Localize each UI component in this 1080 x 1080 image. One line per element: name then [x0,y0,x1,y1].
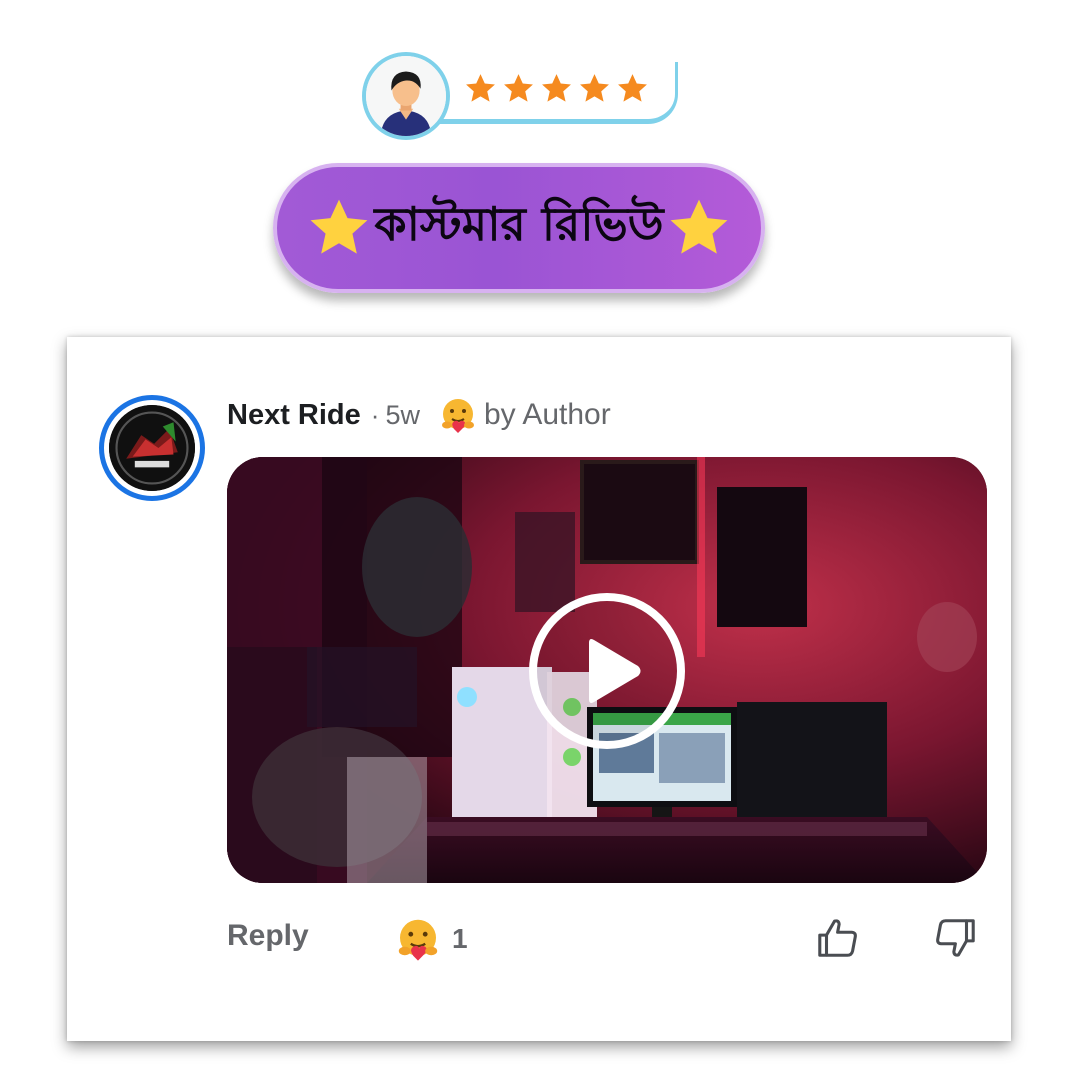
star-icon [466,74,495,102]
page-title: কাস্টমার রিভিউ [374,197,664,251]
author-name[interactable]: Next Ride [227,399,361,432]
author-badge-label: by Author [483,398,611,431]
thumbs-up-icon [818,919,857,957]
comment-actions: Reply 1 [227,915,987,965]
reaction-count: 1 [452,923,468,954]
care-emoji-icon [398,919,438,961]
star-icon [670,199,728,254]
star-icon [310,199,368,254]
comment-card: Next Ride · 5w by Author Reply 1 [67,337,1011,1041]
title-banner: কাস্টমার রিভিউ [273,163,765,293]
star-icon [504,74,533,102]
comment-meta: Next Ride · 5w by Author [227,395,611,435]
star-icon [580,74,609,102]
thumbs-down-icon [936,919,975,957]
rating-stars [464,72,649,105]
comment-time[interactable]: 5w [385,400,420,431]
care-emoji-icon [441,399,474,433]
reply-button[interactable]: Reply [227,919,309,953]
avatar-image [109,405,195,491]
star-icon [618,74,647,102]
author-avatar[interactable] [99,395,205,501]
like-button[interactable] [815,915,861,961]
reviewer-avatar [362,52,450,140]
reaction-summary[interactable]: 1 [394,915,468,963]
user-avatar-icon [366,56,446,136]
dislike-button[interactable] [932,915,978,961]
star-icon [542,74,571,102]
brand-logo-icon [109,405,195,491]
play-icon[interactable] [527,591,687,751]
video-thumbnail[interactable] [227,457,987,883]
meta-separator: · [370,399,380,430]
